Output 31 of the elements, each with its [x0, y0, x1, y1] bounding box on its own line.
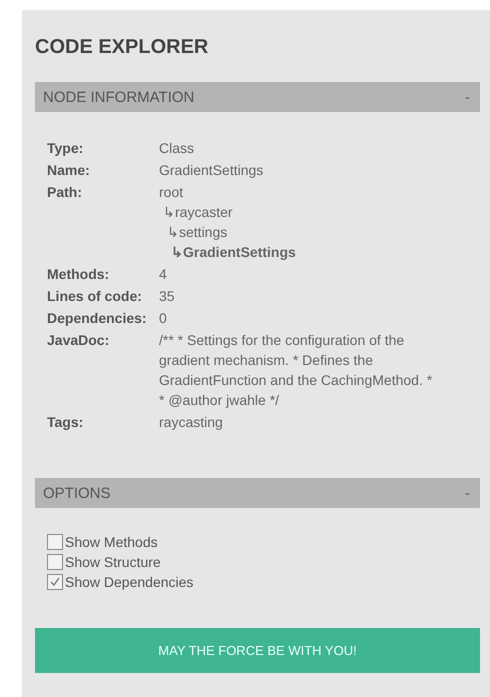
collapse-toggle[interactable]: -: [465, 484, 470, 502]
collapse-toggle[interactable]: -: [465, 88, 470, 106]
field-value: raycasting: [159, 413, 224, 432]
path-item: ↳GradientSettings: [171, 243, 296, 262]
check-icon: [50, 577, 60, 587]
checkbox-label: Show Dependencies: [65, 574, 194, 590]
checkbox[interactable]: [47, 574, 63, 590]
path-item: root: [159, 183, 184, 202]
field-label: Type:: [47, 139, 84, 158]
field-label: Path:: [47, 183, 83, 202]
checkbox-label: Show Methods: [65, 534, 158, 550]
field-value: 4: [159, 265, 168, 284]
field-label: Dependencies:: [47, 309, 148, 328]
path-item: ↳settings: [167, 223, 228, 242]
field-value: GradientSettings: [159, 161, 264, 180]
panel-title: CODE EXPLORER: [35, 35, 210, 60]
field-label: Name:: [47, 161, 91, 180]
force-button[interactable]: MAY THE FORCE BE WITH YOU!: [35, 628, 480, 673]
field-value: 0: [159, 309, 168, 328]
field-value: 35: [159, 287, 176, 306]
path-item: ↳raycaster: [163, 203, 233, 222]
checkbox[interactable]: [47, 554, 63, 570]
checkbox[interactable]: [47, 534, 63, 550]
field-label: Lines of code:: [47, 287, 143, 306]
field-label: Tags:: [47, 413, 84, 432]
section-title: OPTIONS: [43, 484, 111, 502]
field-value: Class: [159, 139, 196, 158]
field-label: Methods:: [47, 265, 110, 284]
field-label: JavaDoc:: [47, 331, 110, 350]
checkbox-label: Show Structure: [65, 554, 161, 570]
section-title: NODE INFORMATION: [43, 88, 194, 106]
